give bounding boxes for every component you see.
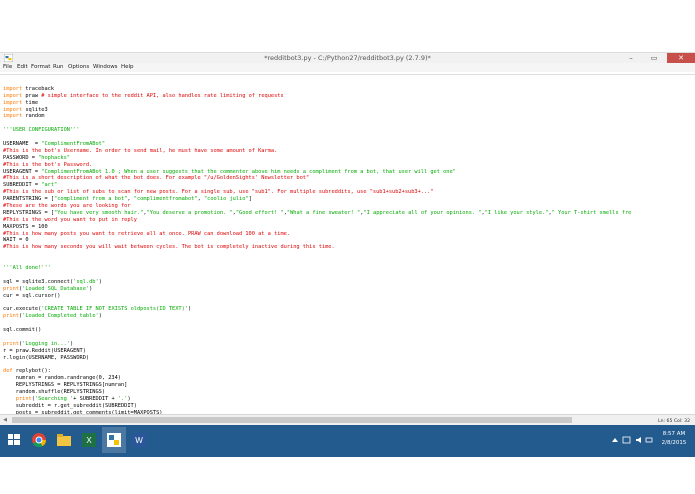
taskbar-clock[interactable]: 8:57 AM 2/8/2015 [657, 430, 691, 448]
clock-date: 2/8/2015 [661, 440, 687, 446]
code-line[interactable]: #This is the sub or list of subs to scan… [3, 189, 631, 196]
code-line[interactable]: numran = random.randrange(0, 234) [3, 375, 631, 382]
show-hidden-icons-icon [612, 438, 618, 442]
code-line[interactable] [3, 251, 631, 258]
code-line[interactable]: print('Loaded SQL Database') [3, 286, 631, 293]
code-line[interactable]: print('Logging in...') [3, 341, 631, 348]
code-line[interactable]: import random [3, 113, 631, 120]
code-line[interactable]: import time [3, 100, 631, 107]
code-line[interactable]: REPLYSTRINGS = REPLYSTRINGS[numran] [3, 382, 631, 389]
battery-icon [645, 437, 653, 443]
python-idle-icon [107, 433, 121, 447]
code-line[interactable]: SUBREDDIT = "art" [3, 182, 631, 189]
code-line[interactable] [3, 272, 631, 279]
code-line[interactable]: '''All done!''' [3, 265, 631, 272]
clock-time: 8:57 AM [662, 431, 686, 437]
tray-icons[interactable] [610, 435, 654, 445]
code-line[interactable] [3, 134, 631, 141]
code-line[interactable] [3, 320, 631, 327]
code-line[interactable]: r.login(USERNAME, PASSWORD) [3, 355, 631, 362]
volume-icon [636, 437, 641, 443]
code-line[interactable]: #These are the words you are looking for [3, 203, 631, 210]
code-line[interactable]: sql = sqlite3.connect('sql.db') [3, 279, 631, 286]
taskbar-excel[interactable]: X [77, 427, 101, 453]
code-line[interactable]: '''USER CONFIGURATION''' [3, 127, 631, 134]
start-button[interactable] [2, 427, 26, 453]
taskbar-python-idle[interactable] [102, 427, 126, 453]
horizontal-scrollbar[interactable]: ◀ ▶ [0, 414, 695, 425]
code-line[interactable]: #This is how many seconds you will wait … [3, 244, 631, 251]
menu-windows[interactable]: Windows [93, 63, 118, 72]
menu-help[interactable]: Help [121, 63, 134, 72]
scroll-left-icon[interactable]: ◀ [0, 415, 10, 425]
code-editor[interactable]: import traceback import praw # simple int… [0, 74, 695, 415]
taskbar: Ln: 65 Col: 32 X W 8:57 AM 2/8/2015 [0, 418, 695, 457]
windows-logo-icon [8, 434, 20, 445]
code-line[interactable]: def replybot(): [3, 368, 631, 375]
folder-icon [57, 434, 71, 446]
code-line[interactable]: sql.commit() [3, 327, 631, 334]
code-line[interactable]: #This is the bot's Username. In order to… [3, 148, 631, 155]
scrollbar-thumb[interactable] [12, 417, 572, 423]
network-icon [622, 436, 631, 444]
code-line[interactable]: subreddit = r.get_subreddit(SUBREDDIT) [3, 403, 631, 410]
code-line[interactable] [3, 300, 631, 307]
menu-edit[interactable]: Edit [17, 63, 28, 72]
code-line[interactable]: print('Searching '+ SUBREDDIT + '.') [3, 396, 631, 403]
code-line[interactable]: #This is a short description of what the… [3, 175, 631, 182]
cursor-position: Ln: 65 Col: 32 [655, 418, 693, 425]
code-line[interactable]: r = praw.Reddit(USERAGENT) [3, 348, 631, 355]
menu-run[interactable]: Run [53, 63, 64, 72]
desktop-bottom-band [0, 457, 695, 494]
code-line[interactable]: cur = sql.cursor() [3, 293, 631, 300]
code-line[interactable]: import praw # simple interface to the re… [3, 93, 631, 100]
code-line[interactable]: PASSWORD = "hophacks" [3, 155, 631, 162]
code-line[interactable] [3, 258, 631, 265]
taskbar-word[interactable]: W [127, 427, 151, 453]
code-line[interactable] [3, 120, 631, 127]
code-line[interactable]: REPLYSTRINGS = ["You have very smooth ha… [3, 210, 631, 217]
code-line[interactable]: cur.execute('CREATE TABLE IF NOT EXISTS … [3, 306, 631, 313]
menu-bar: File Edit Format Run Options Windows Hel… [0, 63, 695, 72]
excel-icon: X [82, 433, 96, 447]
svg-text:W: W [135, 436, 143, 445]
code-text[interactable]: import traceback import praw # simple int… [3, 79, 631, 415]
code-line[interactable]: #This is how many posts you want to retr… [3, 231, 631, 238]
code-line[interactable]: #This is the bot's Password. [3, 162, 631, 169]
menu-options[interactable]: Options [68, 63, 89, 72]
code-line[interactable] [3, 79, 631, 86]
code-line[interactable]: import sqlite3 [3, 107, 631, 114]
code-line[interactable]: import traceback [3, 86, 631, 93]
desktop-top-band [0, 0, 695, 52]
chrome-icon [32, 433, 47, 448]
taskbar-chrome[interactable] [27, 427, 51, 453]
svg-text:X: X [86, 436, 92, 445]
menu-file[interactable]: File [3, 63, 12, 72]
code-line[interactable]: USERNAME = "ComplimentFromABot" [3, 141, 631, 148]
code-line[interactable]: WAIT = 0 [3, 237, 631, 244]
code-line[interactable]: print('Loaded Completed table') [3, 313, 631, 320]
word-icon: W [132, 433, 146, 447]
code-line[interactable]: PARENTSTRING = ["compliment from a bot",… [3, 196, 631, 203]
taskbar-file-explorer[interactable] [52, 427, 76, 453]
code-line[interactable]: #This is the word you want to put in rep… [3, 217, 631, 224]
code-line[interactable] [3, 362, 631, 369]
menu-format[interactable]: Format [31, 63, 50, 72]
code-line[interactable] [3, 334, 631, 341]
title-bar[interactable]: *redditbot3.py - C:/Python27/redditbot3.… [0, 52, 695, 64]
idle-editor-window: *redditbot3.py - C:/Python27/redditbot3.… [0, 52, 695, 425]
code-line[interactable]: MAXPOSTS = 100 [3, 224, 631, 231]
code-line[interactable]: USERAGENT = "ComplimentFromABot 1.0 ; Wh… [3, 169, 631, 176]
code-line[interactable]: random.shuffle(REPLYSTRINGS) [3, 389, 631, 396]
